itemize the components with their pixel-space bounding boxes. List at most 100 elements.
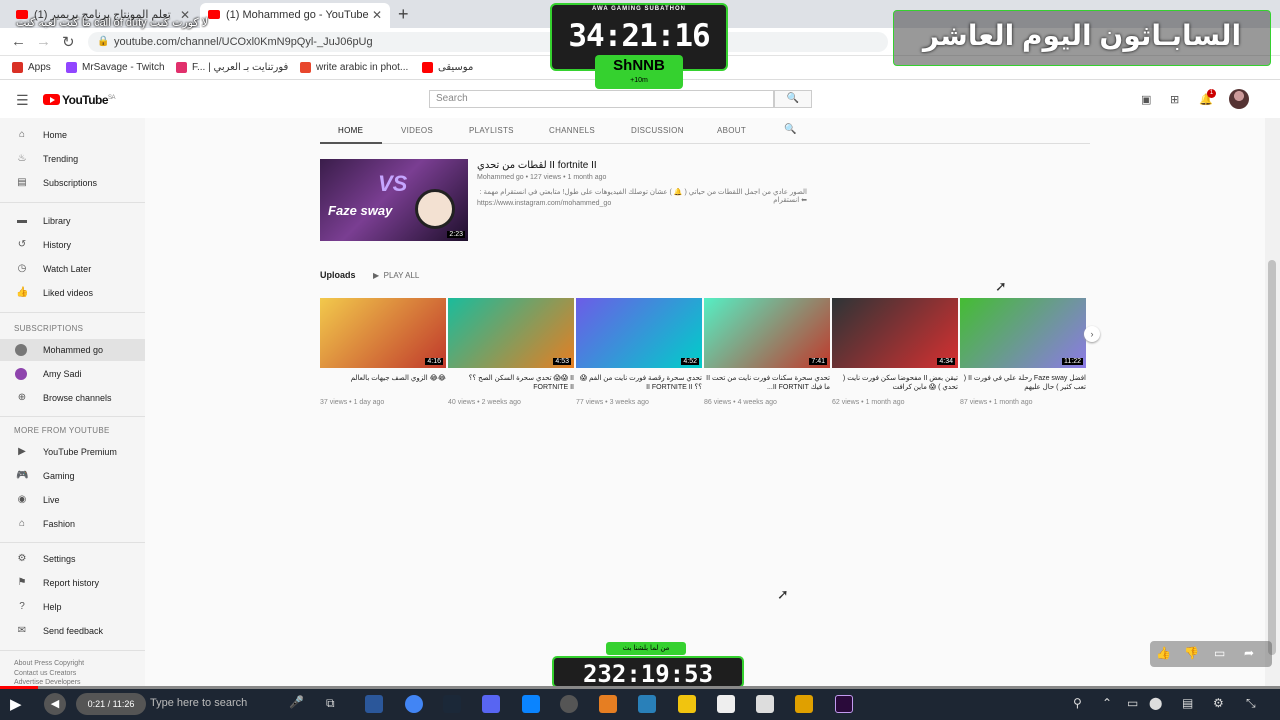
url-field[interactable]: 🔒 youtube.com/channel/UCOxl0KmN9pQyl-_Ju… (88, 32, 888, 52)
close-tab-icon[interactable]: ✕ (372, 3, 382, 28)
video-title[interactable]: تيقن بعض II مفحوضا سكن فورت نايت ( تحدي … (832, 374, 958, 392)
sidebar-item-watch-later[interactable]: ◷ Watch Later (0, 258, 145, 280)
youtube-logo[interactable]: YouTubeSA (43, 93, 116, 107)
scrollbar-thumb[interactable] (1268, 260, 1276, 655)
microphone-icon[interactable]: 🎤 (289, 695, 304, 709)
chevron-up-icon[interactable]: ⌃ (1102, 696, 1112, 710)
toggle-icon[interactable]: ⬤ (1149, 696, 1162, 710)
apps-grid-icon[interactable]: ⊞ (1170, 93, 1179, 106)
sidebar-item-settings[interactable]: ⚙ Settings (0, 548, 145, 570)
file-icon[interactable] (756, 695, 774, 713)
menu-icon[interactable]: ☰ (16, 92, 29, 109)
video-title[interactable]: II 😱😱 تحدي سحرة السكن الصح ؟؟ FORTNITE I… (448, 374, 574, 392)
browser-tab-2[interactable]: (1) Mohammed go - YouTube ✕ (200, 3, 390, 28)
dislike-icon[interactable]: 👎 (1184, 646, 1199, 660)
featured-video-title[interactable]: لقطات من تحدي II fortnite II (477, 160, 597, 171)
tab-playlists[interactable]: PLAYLISTS (469, 126, 514, 135)
folder-icon[interactable] (678, 695, 696, 713)
comment-icon[interactable]: ▭ (1214, 646, 1225, 660)
sidebar-footer-links[interactable]: Contact us Creators (14, 670, 76, 677)
app-icon[interactable] (638, 695, 656, 713)
video-thumbnail[interactable]: 7:41 (704, 298, 830, 368)
mail-icon[interactable] (717, 695, 735, 713)
account-avatar[interactable] (1229, 89, 1249, 109)
video-thumbnail[interactable]: 11:22 (960, 298, 1086, 368)
play-all-button[interactable]: ▶ PLAY ALL (373, 271, 419, 280)
bookmark-twitch[interactable]: MrSavage - Twitch (66, 62, 165, 73)
captions-icon[interactable]: ▤ (1182, 696, 1193, 710)
featured-video-thumbnail[interactable]: VS Faze sway 2:23 (320, 159, 468, 241)
sidebar-item-library[interactable]: ▬ Library (0, 210, 145, 232)
task-view-icon[interactable]: ⧉ (326, 696, 335, 711)
gear-icon[interactable]: ⚙ (1213, 696, 1224, 710)
bookmark-music[interactable]: موسيقى (422, 62, 473, 73)
forward-arrow-icon[interactable]: → (36, 33, 51, 50)
sidebar-item-send-feedback[interactable]: ✉ Send feedback (0, 620, 145, 642)
share-icon[interactable]: ➦ (1244, 646, 1254, 660)
new-tab-button[interactable]: + (398, 4, 409, 25)
app-icon[interactable] (599, 695, 617, 713)
next-arrow-button[interactable]: › (1084, 326, 1100, 342)
tab-discussion[interactable]: DISCUSSION (631, 126, 684, 135)
chrome-icon[interactable] (405, 695, 423, 713)
video-title[interactable]: تحدي سحرة سكنات فورت نايت من تحت II ما ف… (704, 374, 830, 392)
create-video-icon[interactable]: ▣ (1141, 93, 1151, 106)
monitor-icon[interactable]: ▭ (1127, 696, 1138, 710)
steam-icon[interactable] (443, 695, 461, 713)
sidebar-item-home[interactable]: ⌂ Home (0, 124, 145, 146)
obs-icon[interactable] (560, 695, 578, 713)
bookmark-instagram[interactable]: F... | فورتنايت بـ العربي (176, 62, 288, 73)
video-card[interactable]: 7:41 تحدي سحرة سكنات فورت نايت من تحت II … (704, 298, 830, 414)
video-card[interactable]: 4:16 😂😂 الزوي الصف جيهات بالعالم 37 views … (320, 298, 446, 414)
video-card[interactable]: 4:52 تحدي سحرة رقصة فورت نايت من الفم 😱 ؟… (576, 298, 702, 414)
video-thumbnail[interactable]: 4:53 (448, 298, 574, 368)
premiere-icon[interactable] (835, 695, 853, 713)
sidebar-footer-links[interactable]: Advertise Developers (14, 679, 81, 686)
sidebar-item-browse-channels[interactable]: ⊕ Browse channels (0, 387, 145, 409)
tab-about[interactable]: ABOUT (717, 126, 746, 135)
video-card[interactable]: 4:53 II 😱😱 تحدي سحرة السكن الصح ؟؟ FORTNI… (448, 298, 574, 414)
tab-home[interactable]: HOME (338, 126, 363, 135)
bookmark-write-arabic[interactable]: write arabic in phot... (300, 62, 408, 73)
video-thumbnail[interactable]: 4:52 (576, 298, 702, 368)
fullscreen-exit-icon[interactable]: ⤡ (1246, 696, 1256, 711)
video-thumbnail[interactable]: 4:34 (832, 298, 958, 368)
video-title[interactable]: 😂😂 الزوي الصف جيهات بالعالم (320, 374, 446, 383)
sidebar-item-gaming[interactable]: 🎮 Gaming (0, 465, 145, 487)
app-icon[interactable] (365, 695, 383, 713)
tab-videos[interactable]: VIDEOS (401, 126, 433, 135)
like-icon[interactable]: 👍 (1156, 646, 1171, 660)
play-icon[interactable]: ▶ (10, 695, 22, 713)
tab-channels[interactable]: CHANNELS (549, 126, 595, 135)
search-input[interactable]: Search (429, 90, 774, 108)
sidebar-item-subscriptions[interactable]: ▤ Subscriptions (0, 172, 145, 194)
video-title[interactable]: افضل Faze sway رحلة علي في فورت II ( تعب… (960, 374, 1086, 392)
sidebar-item-fashion[interactable]: ⌂ Fashion (0, 513, 145, 535)
app-icon[interactable] (522, 695, 540, 713)
sidebar-item-live[interactable]: ◉ Live (0, 489, 145, 511)
sidebar-item-trending[interactable]: ♨ Trending (0, 148, 145, 170)
sidebar-item-mohammed-go[interactable]: Mohammed go (0, 339, 145, 361)
reload-icon[interactable]: ↻ (62, 33, 75, 51)
discord-icon[interactable] (482, 695, 500, 713)
sidebar-item-amy-sadi[interactable]: Amy Sadi (0, 363, 145, 385)
store-icon[interactable] (795, 695, 813, 713)
video-card[interactable]: 4:34 تيقن بعض II مفحوضا سكن فورت نايت ( ت… (832, 298, 958, 414)
sidebar-item-history[interactable]: ↺ History (0, 234, 145, 256)
back-arrow-icon[interactable]: ← (11, 33, 26, 50)
sidebar-item-help[interactable]: ? Help (0, 596, 145, 618)
sidebar-footer-links[interactable]: About Press Copyright (14, 660, 84, 667)
video-card[interactable]: 11:22 افضل Faze sway رحلة علي في فورت II … (960, 298, 1086, 414)
volume-icon[interactable]: ◀ (44, 693, 66, 715)
sidebar-item-youtube-premium[interactable]: ▶ YouTube Premium (0, 441, 145, 463)
channel-search-icon[interactable]: 🔍 (784, 124, 797, 135)
sidebar-item-report-history[interactable]: ⚑ Report history (0, 572, 145, 594)
network-icon[interactable]: ⚲ (1073, 696, 1082, 710)
featured-video-link[interactable]: https://www.instagram.com/mohammed_go (477, 200, 611, 207)
video-thumbnail[interactable]: 4:16 (320, 298, 446, 368)
video-title[interactable]: تحدي سحرة رقصة فورت نايت من الفم 😱 ؟؟ II… (576, 374, 702, 392)
taskbar-search-input[interactable]: Type here to search (150, 697, 247, 709)
bookmark-apps[interactable]: Apps (12, 62, 51, 73)
search-button[interactable]: 🔍 (774, 90, 812, 108)
uploads-header[interactable]: Uploads (320, 270, 356, 280)
